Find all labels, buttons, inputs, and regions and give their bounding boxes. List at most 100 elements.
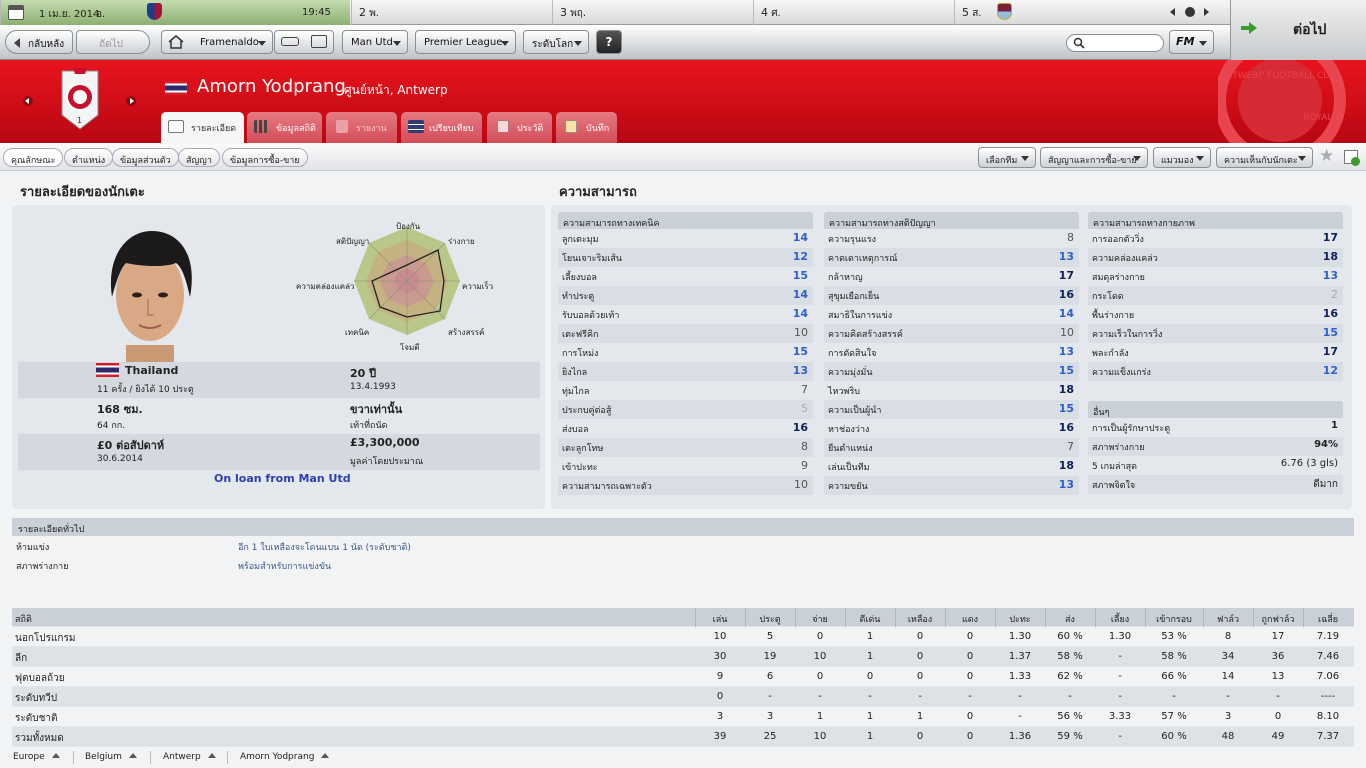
breadcrumb-player[interactable]: Amorn Yodprang	[240, 752, 329, 762]
notes-icon[interactable]	[311, 35, 327, 48]
add-shortlist-icon[interactable]	[1344, 150, 1360, 166]
subtab-personal[interactable]: ข้อมูลส่วนตัว	[112, 148, 179, 167]
league-menu[interactable]: Premier League	[415, 30, 516, 54]
subtab-transfer[interactable]: ข้อมูลการซื้อ-ขาย	[222, 148, 308, 167]
attribute-label: พละกำลัง	[1092, 349, 1129, 359]
tab-notes[interactable]: บันทึก	[556, 112, 617, 143]
next-arrow-icon[interactable]	[1204, 8, 1209, 16]
search-input[interactable]	[1066, 34, 1164, 52]
tab-stats[interactable]: ข้อมูลสถิติ	[247, 112, 322, 143]
select-team-dropdown[interactable]: เลือกทีม	[978, 147, 1036, 168]
stats-cell: 0	[966, 711, 974, 722]
mental-row: ไหวพริบ 18	[824, 381, 1079, 400]
attribute-label: ประกบคู่ต่อสู้	[562, 406, 612, 416]
attribute-label: ลูกเตะมุม	[562, 235, 599, 245]
stats-cell: 0	[916, 671, 924, 682]
attribute-value: 14	[1058, 307, 1074, 320]
attribute-label: สภาพร่างกาย	[1092, 443, 1145, 453]
stats-header-cell: ดีเด่น	[859, 615, 881, 625]
world-menu[interactable]: ระดับโลก	[523, 30, 589, 54]
physical-attributes: ความสามารถทางกายภาพ การออกตัววิ่ง 17 ความค…	[1088, 212, 1343, 381]
loan-status-link[interactable]: On loan from Man Utd	[214, 472, 351, 485]
manager-label: Framenaldo	[200, 37, 259, 48]
stats-cell: 0	[916, 651, 924, 662]
tab-label: ประวัติ	[517, 124, 544, 134]
radar-label-mental: สติปัญญา	[336, 237, 370, 246]
previous-player-icon[interactable]	[23, 96, 33, 106]
technical-attributes: ความสามารถทางเทคนิค ลูกเตะมุม 14 โยนเจาะริ…	[558, 212, 813, 495]
mental-row: ยืนตำแหน่ง 7	[824, 438, 1079, 457]
forward-button[interactable]: ถัดไป	[76, 30, 150, 54]
star-icon[interactable]: ★	[1319, 148, 1334, 165]
contract-end: 30.6.2014	[97, 454, 143, 464]
subtab-positions[interactable]: ตำแหน่ง	[64, 148, 114, 167]
technical-row: เตะลูกโทษ 8	[558, 438, 813, 457]
breadcrumb-belgium[interactable]: Belgium	[85, 752, 137, 762]
calendar-today[interactable]: 1 เม.ย. 2014 อ. 19:45	[0, 0, 350, 25]
calendar-icon[interactable]	[8, 5, 24, 20]
attribute-label: ความคิดสร้างสรรค์	[828, 330, 903, 340]
continue-button[interactable]: ต่อไป	[1230, 0, 1366, 60]
club-menu[interactable]: Man Utd	[342, 30, 408, 54]
tab-history[interactable]: ประวัติ	[487, 112, 552, 143]
stats-header-cell: เล่น	[712, 615, 728, 625]
general-label: ห้ามแข่ง	[16, 543, 50, 553]
attribute-label: พื้นร่างกาย	[1092, 311, 1135, 321]
stats-cell: -	[1172, 691, 1176, 702]
physical-row: พื้นร่างกาย 16	[1088, 305, 1343, 324]
help-button[interactable]: ?	[596, 30, 622, 54]
main-content: รายละเอียดของนักเตะ ความสามารถ ป้องกัน ร…	[0, 171, 1366, 768]
vehicle-icon[interactable]	[281, 37, 299, 46]
stats-cell: 3.33	[1108, 711, 1132, 722]
mental-attributes: ความสามารถทางสติปัญญา ความรุนแรง 8 คาดเดาเ…	[824, 212, 1079, 495]
attribute-label: สภาพจิตใจ	[1092, 481, 1136, 491]
stats-cell: 14	[1221, 671, 1235, 682]
attribute-value: 17	[1322, 231, 1338, 244]
stats-cell: 1.30	[1108, 631, 1132, 642]
breadcrumb-europe[interactable]: Europe	[13, 752, 60, 762]
calendar-day[interactable]: 5 ส.	[954, 0, 1156, 25]
attribute-value: 16	[1058, 421, 1074, 434]
stats-cell: -	[768, 691, 772, 702]
next-player-icon[interactable]	[126, 96, 136, 106]
calendar-day[interactable]: 2 พ.	[351, 0, 552, 25]
tab-details[interactable]: รายละเอียด	[161, 112, 244, 143]
attribute-label: เข้าปะทะ	[562, 463, 598, 473]
calendar-day[interactable]: 3 พฤ.	[552, 0, 753, 25]
fm-menu[interactable]: FM	[1169, 30, 1214, 54]
back-button[interactable]: กลับหลัง	[5, 30, 73, 54]
stats-cell: 10	[713, 631, 727, 642]
stats-header-cell: ส่ง	[1065, 615, 1075, 625]
stats-cell: 10	[813, 651, 827, 662]
contract-transfer-dropdown[interactable]: สัญญาและการซื้อ-ขาย	[1040, 147, 1148, 168]
radar-label-defending: ป้องกัน	[396, 222, 421, 231]
subtab-attributes[interactable]: คุณลักษณะ	[3, 148, 64, 167]
manager-menu[interactable]: Framenaldo	[161, 30, 273, 54]
date-of-birth: 13.4.1993	[350, 382, 396, 392]
radar-label-speed: ความเร็ว	[462, 282, 494, 291]
mental-row: หาช่องว่าง 16	[824, 419, 1079, 438]
attribute-label: 5 เกมล่าสุด	[1092, 462, 1137, 472]
tab-report[interactable]: รายงาน	[326, 112, 397, 143]
abilities-panel: ความสามารถทางเทคนิค ลูกเตะมุม 14 โยนเจาะริ…	[551, 205, 1352, 509]
today-dot-icon[interactable]	[1185, 7, 1195, 17]
calendar-day[interactable]: 4 ศ.	[753, 0, 954, 25]
today-weekday: อ.	[96, 9, 106, 20]
stats-header-cell: แดง	[961, 615, 979, 625]
tab-compare[interactable]: เปรียบเทียบ	[401, 112, 482, 143]
stats-cell: 1	[816, 711, 824, 722]
subtab-contract[interactable]: สัญญา	[178, 148, 220, 167]
attribute-label: ความมุ่งมั่น	[828, 368, 873, 378]
prev-arrow-icon[interactable]	[1170, 8, 1175, 16]
scout-dropdown[interactable]: แมวมอง	[1153, 147, 1211, 168]
notepad-icon	[565, 120, 577, 133]
technical-row: เตะฟรีคิก 10	[558, 324, 813, 343]
breadcrumb-antwerp[interactable]: Antwerp	[163, 752, 216, 762]
player-details-panel: ป้องกัน ร่างกาย ความเร็ว สร้างสรรค์ โจมต…	[12, 205, 545, 509]
stats-cell: 5	[766, 631, 774, 642]
general-row: ห้ามแข่ง อีก 1 ใบเหลืองจะโดนแบน 1 นัด (ร…	[12, 536, 1354, 555]
breadcrumb-divider	[227, 751, 228, 764]
stats-cell: ----	[1320, 691, 1336, 702]
interaction-dropdown[interactable]: ความเห็นกับนักเตะ	[1216, 147, 1313, 168]
toolbar: กลับหลัง ถัดไป Framenaldo Man Utd Premie…	[0, 25, 1230, 60]
